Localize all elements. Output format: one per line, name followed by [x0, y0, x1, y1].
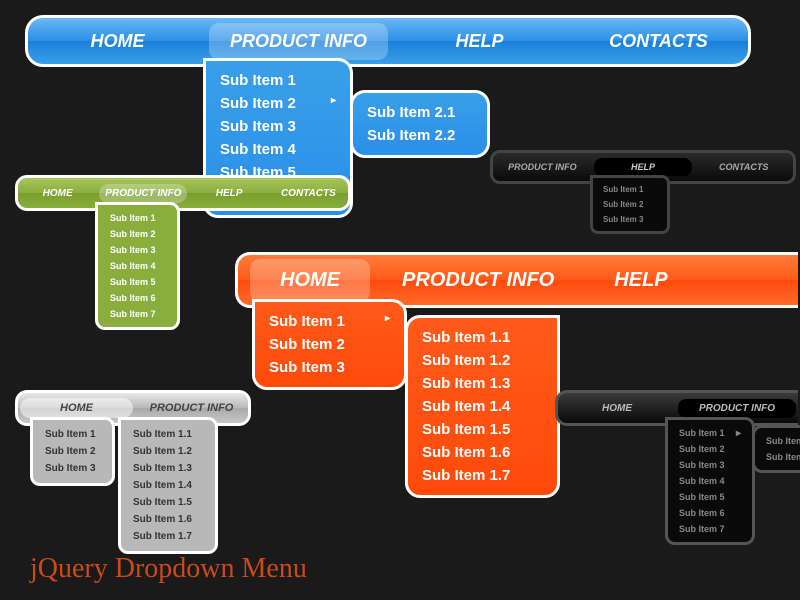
- dropdown-item[interactable]: Sub Item 3: [106, 242, 169, 258]
- dark-flyout-2: Sub Item Sub Item: [752, 425, 800, 473]
- green-menu-bar: HOME PRODUCT INFO HELP CONTACTS: [18, 178, 348, 208]
- nav-home[interactable]: HOME: [20, 398, 133, 418]
- dropdown-item[interactable]: Sub Item 4: [216, 138, 340, 161]
- nav-help[interactable]: HELP: [390, 23, 569, 60]
- dropdown-item[interactable]: Sub Item 2: [41, 443, 104, 460]
- dropdown-item[interactable]: Sub Item 5: [106, 274, 169, 290]
- dropdown-item[interactable]: Sub Item 3: [675, 457, 745, 473]
- nav-home[interactable]: HOME: [558, 399, 676, 418]
- nav-product-info[interactable]: PRODUCT INFO: [372, 259, 584, 302]
- dropdown-item[interactable]: Sub Item 2: [216, 92, 340, 115]
- flyout-item[interactable]: Sub Item 2.2: [363, 124, 477, 147]
- green-menu: HOME PRODUCT INFO HELP CONTACTS: [15, 175, 351, 211]
- nav-contacts[interactable]: CONTACTS: [569, 23, 748, 60]
- green-dropdown: Sub Item 1 Sub Item 2 Sub Item 3 Sub Ite…: [95, 202, 180, 330]
- dropdown-item[interactable]: Sub Item 1.1: [129, 426, 207, 443]
- dropdown-item[interactable]: Sub Item 1.7: [129, 528, 207, 545]
- nav-home[interactable]: HOME: [18, 184, 97, 203]
- nav-product-info[interactable]: PRODUCT INFO: [209, 23, 388, 60]
- silver-dropdown-2: Sub Item 1.1 Sub Item 1.2 Sub Item 1.3 S…: [118, 417, 218, 554]
- flyout-item[interactable]: Sub Item: [762, 449, 800, 465]
- orange-flyout: Sub Item 1.1 Sub Item 1.2 Sub Item 1.3 S…: [405, 315, 560, 498]
- flyout-item[interactable]: Sub Item 1.1: [418, 326, 547, 349]
- dropdown-item[interactable]: Sub Item 3: [599, 212, 661, 227]
- dropdown-item[interactable]: Sub Item 3: [265, 356, 394, 379]
- nav-product-info[interactable]: PRODUCT INFO: [493, 158, 592, 176]
- nav-product-info[interactable]: PRODUCT INFO: [135, 398, 248, 418]
- dropdown-item[interactable]: Sub Item 2: [599, 197, 661, 212]
- nav-product-info[interactable]: PRODUCT INFO: [678, 399, 796, 418]
- dropdown-item[interactable]: Sub Item 6: [675, 505, 745, 521]
- dropdown-item[interactable]: Sub Item 6: [106, 290, 169, 306]
- flyout-item[interactable]: Sub Item 2.1: [363, 101, 477, 124]
- dropdown-item[interactable]: Sub Item 1.6: [129, 511, 207, 528]
- nav-contacts[interactable]: CONTACTS: [269, 184, 348, 203]
- page-title: jQuery Dropdown Menu: [30, 553, 307, 585]
- dropdown-item[interactable]: Sub Item 7: [106, 306, 169, 322]
- dropdown-item[interactable]: Sub Item 3: [216, 115, 340, 138]
- nav-help[interactable]: HELP: [584, 259, 697, 302]
- nav-contacts[interactable]: CONTACTS: [694, 158, 793, 176]
- dropdown-item[interactable]: Sub Item 1: [41, 426, 104, 443]
- flyout-item[interactable]: Sub Item 1.4: [418, 395, 547, 418]
- dropdown-item[interactable]: Sub Item 1: [106, 210, 169, 226]
- dropdown-item[interactable]: Sub Item 1.4: [129, 477, 207, 494]
- dropdown-item[interactable]: Sub Item 4: [106, 258, 169, 274]
- dropdown-item[interactable]: Sub Item 1: [675, 425, 745, 441]
- nav-help[interactable]: HELP: [594, 158, 693, 176]
- nav-product-info[interactable]: PRODUCT INFO: [99, 184, 187, 203]
- silver-dropdown-1: Sub Item 1 Sub Item 2 Sub Item 3: [30, 417, 115, 486]
- dropdown-item[interactable]: Sub Item 7: [675, 521, 745, 537]
- flyout-item[interactable]: Sub Item 1.6: [418, 441, 547, 464]
- dropdown-item[interactable]: Sub Item 2: [106, 226, 169, 242]
- dropdown-item[interactable]: Sub Item 3: [41, 460, 104, 477]
- blue-menu-bar: HOME PRODUCT INFO HELP CONTACTS: [28, 18, 748, 64]
- blue-flyout: Sub Item 2.1 Sub Item 2.2: [350, 90, 490, 158]
- flyout-item[interactable]: Sub Item 1.2: [418, 349, 547, 372]
- orange-dropdown: Sub Item 1 Sub Item 2 Sub Item 3: [252, 299, 407, 390]
- nav-help[interactable]: HELP: [189, 184, 268, 203]
- flyout-item[interactable]: Sub Item 1.5: [418, 418, 547, 441]
- blue-menu: HOME PRODUCT INFO HELP CONTACTS: [25, 15, 751, 67]
- dropdown-item[interactable]: Sub Item 2: [265, 333, 394, 356]
- dark-dropdown-2: Sub Item 1 Sub Item 2 Sub Item 3 Sub Ite…: [665, 417, 755, 545]
- dropdown-item[interactable]: Sub Item 1: [599, 182, 661, 197]
- dropdown-item[interactable]: Sub Item 1.3: [129, 460, 207, 477]
- dropdown-item[interactable]: Sub Item 2: [675, 441, 745, 457]
- flyout-item[interactable]: Sub Item 1.3: [418, 372, 547, 395]
- dropdown-item[interactable]: Sub Item 1.2: [129, 443, 207, 460]
- dropdown-item[interactable]: Sub Item 4: [675, 473, 745, 489]
- dropdown-item[interactable]: Sub Item 1: [265, 310, 394, 333]
- nav-home[interactable]: HOME: [250, 259, 370, 302]
- dark-dropdown-1: Sub Item 1 Sub Item 2 Sub Item 3: [590, 175, 670, 234]
- flyout-item[interactable]: Sub Item 1.7: [418, 464, 547, 487]
- dropdown-item[interactable]: Sub Item 1.5: [129, 494, 207, 511]
- dropdown-item[interactable]: Sub Item 5: [675, 489, 745, 505]
- nav-home[interactable]: HOME: [28, 23, 207, 60]
- flyout-item[interactable]: Sub Item: [762, 433, 800, 449]
- orange-menu-bar: HOME PRODUCT INFO HELP: [238, 255, 798, 305]
- dropdown-item[interactable]: Sub Item 1: [216, 69, 340, 92]
